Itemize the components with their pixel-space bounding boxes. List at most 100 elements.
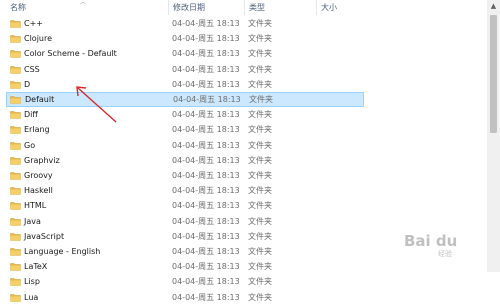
list-item[interactable]: Graphviz 04-04-周五 18:13 文件夹 <box>6 153 364 168</box>
folder-icon <box>10 95 21 104</box>
baidu-watermark: Bai du 经验 <box>404 232 490 260</box>
list-item[interactable]: JavaScript 04-04-周五 18:13 文件夹 <box>6 229 364 244</box>
watermark-logo: Bai du <box>404 232 458 250</box>
file-modified-date: 04-04-周五 18:13 <box>172 79 240 89</box>
file-name: Go <box>24 140 36 150</box>
file-modified-date: 04-04-周五 18:13 <box>173 95 241 104</box>
file-type: 文件夹 <box>248 247 272 256</box>
file-name: Color Scheme - Default <box>24 49 117 59</box>
watermark-sub: 经验 <box>438 250 452 258</box>
folder-icon <box>10 171 21 180</box>
file-modified-date: 04-04-周五 18:13 <box>172 64 240 74</box>
list-item[interactable]: C++ 04-04-周五 18:13 文件夹 <box>6 16 364 31</box>
file-type: 文件夹 <box>248 171 272 180</box>
list-item[interactable]: Lisp 04-04-周五 18:13 文件夹 <box>6 274 364 289</box>
file-modified-date: 04-04-周五 18:13 <box>172 277 240 287</box>
file-type: 文件夹 <box>248 201 272 211</box>
annotation-arrow <box>76 86 117 123</box>
file-name: Language - English <box>24 247 101 256</box>
list-item[interactable]: Groovy 04-04-周五 18:13 文件夹 <box>6 168 364 183</box>
column-header: ︿ 名称 修改日期 类型 大小 <box>0 0 487 15</box>
file-type: 文件夹 <box>248 79 272 89</box>
file-type: 文件夹 <box>248 155 272 165</box>
folder-icon <box>10 19 21 28</box>
file-name: Default <box>25 95 55 104</box>
file-modified-date: 04-04-周五 18:13 <box>172 216 240 226</box>
file-modified-date: 04-04-周五 18:13 <box>172 292 240 302</box>
file-type: 文件夹 <box>249 95 273 104</box>
folder-icon <box>10 110 21 119</box>
list-item[interactable]: Go 04-04-周五 18:13 文件夹 <box>6 138 364 153</box>
folder-icon <box>10 34 21 43</box>
list-item[interactable]: Clojure 04-04-周五 18:13 文件夹 <box>6 31 364 46</box>
folder-icon <box>10 156 21 165</box>
file-type: 文件夹 <box>248 277 272 287</box>
folder-icon <box>10 141 21 150</box>
list-item[interactable]: Java 04-04-周五 18:13 文件夹 <box>6 214 364 229</box>
file-type: 文件夹 <box>248 64 272 74</box>
scroll-up-icon[interactable]: ▲ <box>487 0 500 13</box>
column-name-header[interactable]: 名称 <box>6 0 166 15</box>
file-type: 文件夹 <box>248 125 272 135</box>
file-name: JavaScript <box>24 231 65 241</box>
folder-icon <box>10 232 21 241</box>
file-modified-date: 04-04-周五 18:13 <box>172 49 240 59</box>
list-item[interactable]: D 04-04-周五 18:13 文件夹 <box>6 77 364 92</box>
list-item[interactable]: HTML 04-04-周五 18:13 文件夹 <box>6 198 364 213</box>
column-type-header[interactable]: 类型 <box>244 0 316 15</box>
folder-icon <box>10 186 21 195</box>
file-modified-date: 04-04-周五 18:13 <box>172 140 240 150</box>
file-name: C++ <box>24 19 43 28</box>
file-type: 文件夹 <box>248 216 272 226</box>
folder-icon <box>10 293 21 302</box>
column-size-header[interactable]: 大小 <box>316 0 376 15</box>
list-item[interactable]: Lua 04-04-周五 18:13 文件夹 <box>6 290 364 305</box>
file-modified-date: 04-04-周五 18:13 <box>172 110 240 120</box>
file-name: D <box>24 79 31 89</box>
file-type: 文件夹 <box>248 110 272 120</box>
list-item[interactable]: Diff 04-04-周五 18:13 文件夹 <box>6 107 364 122</box>
folder-icon <box>10 125 21 135</box>
file-type: 文件夹 <box>248 19 272 28</box>
file-modified-date: 04-04-周五 18:13 <box>172 19 240 28</box>
folder-icon <box>10 247 21 256</box>
file-name: Groovy <box>24 171 53 180</box>
folder-icon <box>10 201 21 211</box>
file-name: HTML <box>24 201 47 211</box>
folder-icon <box>10 49 21 59</box>
list-item[interactable]: Erlang 04-04-周五 18:13 文件夹 <box>6 122 364 137</box>
list-item[interactable]: Default 04-04-周五 18:13 文件夹 <box>6 92 364 107</box>
file-modified-date: 04-04-周五 18:13 <box>172 247 240 256</box>
folder-icon <box>10 217 21 226</box>
file-modified-date: 04-04-周五 18:13 <box>172 171 240 180</box>
file-type: 文件夹 <box>248 231 272 241</box>
file-type: 文件夹 <box>248 34 272 44</box>
file-name: Lua <box>24 292 39 302</box>
list-item[interactable]: CSS 04-04-周五 18:13 文件夹 <box>6 62 364 77</box>
file-name: Clojure <box>24 34 53 44</box>
file-type: 文件夹 <box>248 49 272 59</box>
column-modified-header[interactable]: 修改日期 <box>168 0 244 15</box>
file-modified-date: 04-04-周五 18:13 <box>172 186 240 196</box>
file-type: 文件夹 <box>248 292 272 302</box>
file-name: Java <box>24 216 41 226</box>
file-name: CSS <box>24 64 40 74</box>
scroll-thumb[interactable] <box>490 15 497 133</box>
file-type: 文件夹 <box>248 186 272 196</box>
list-item[interactable]: Color Scheme - Default 04-04-周五 18:13 文件夹 <box>6 46 364 61</box>
file-modified-date: 04-04-周五 18:13 <box>172 34 240 44</box>
file-name: Lisp <box>24 277 40 287</box>
folder-icon <box>10 65 21 74</box>
folder-icon <box>10 80 21 89</box>
file-name: Erlang <box>24 125 50 135</box>
file-name: Diff <box>24 110 38 120</box>
list-item[interactable]: Haskell 04-04-周五 18:13 文件夹 <box>6 183 364 198</box>
file-modified-date: 04-04-周五 18:13 <box>172 231 240 241</box>
folder-icon <box>10 277 21 287</box>
file-modified-date: 04-04-周五 18:13 <box>172 155 240 165</box>
file-name: Graphviz <box>24 155 60 165</box>
list-item[interactable]: Language - English 04-04-周五 18:13 文件夹 <box>6 244 364 259</box>
file-type: 文件夹 <box>248 140 272 150</box>
file-modified-date: 04-04-周五 18:13 <box>172 125 240 135</box>
file-modified-date: 04-04-周五 18:13 <box>172 201 240 211</box>
